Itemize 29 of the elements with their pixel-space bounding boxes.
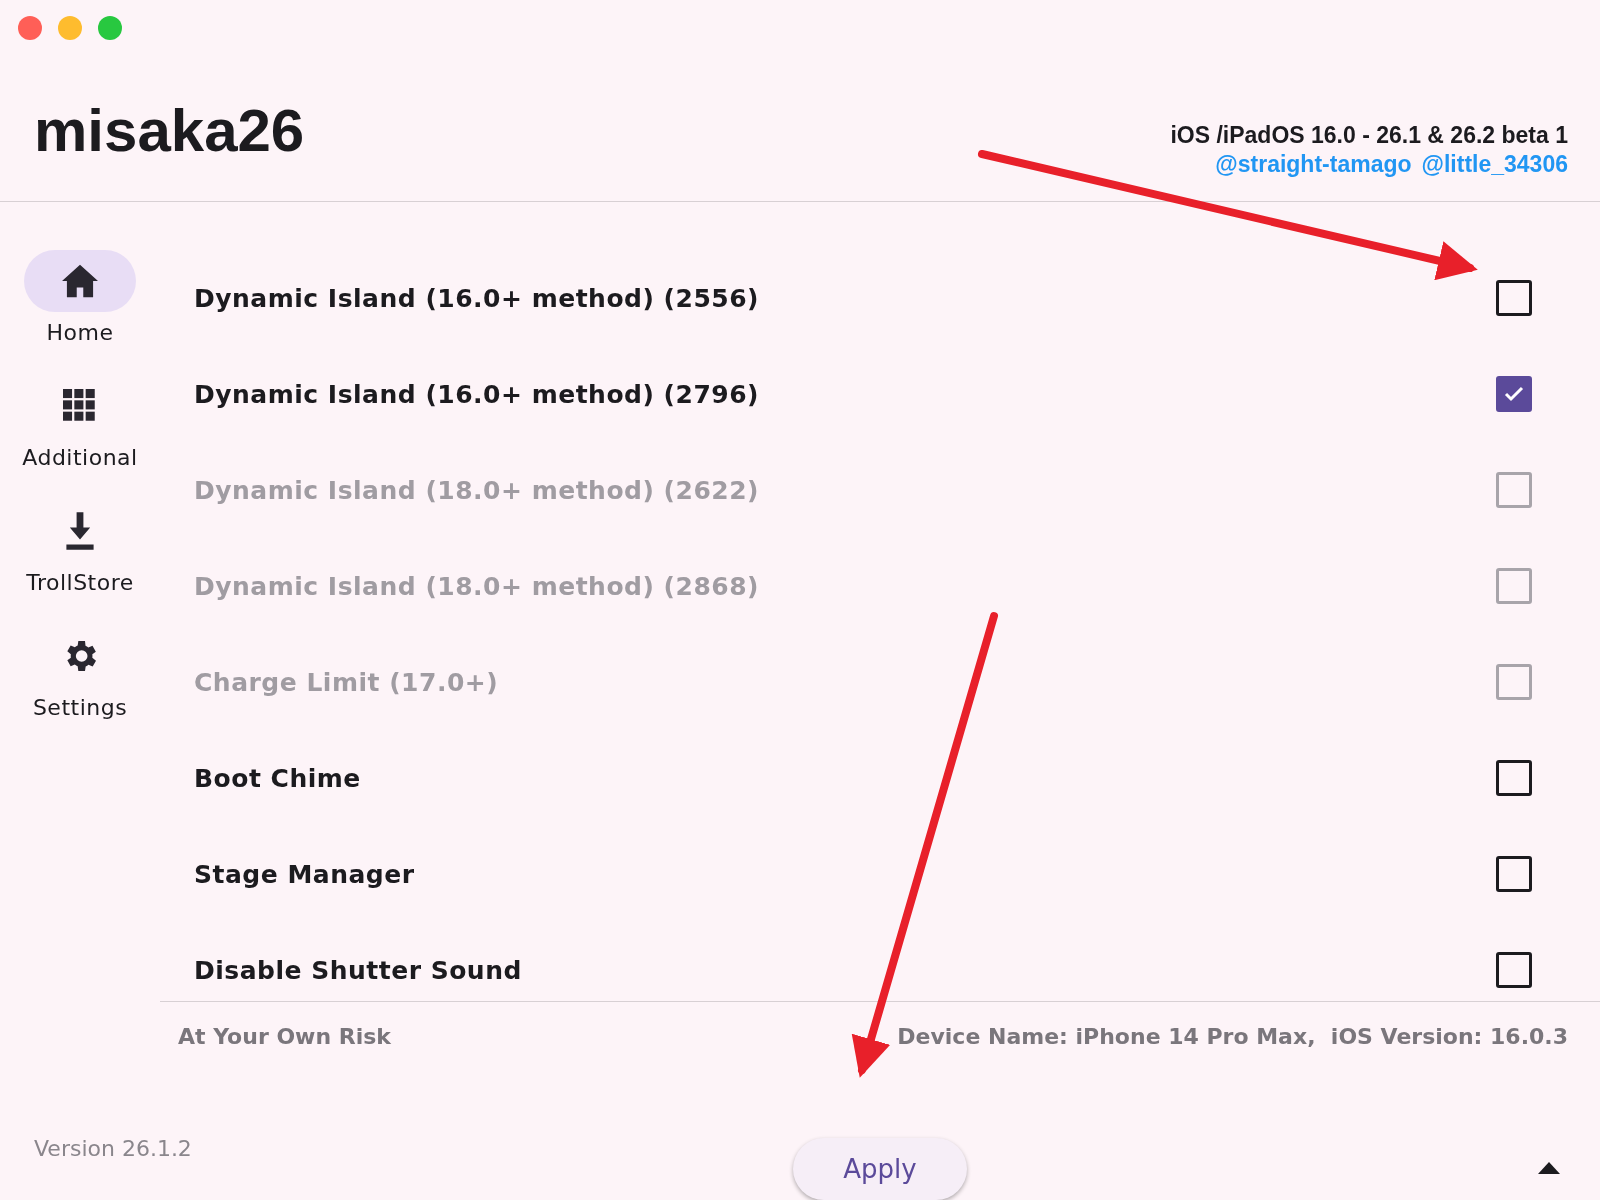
option-label: Disable Shutter Sound bbox=[194, 955, 522, 985]
home-icon bbox=[60, 263, 100, 299]
option-label: Stage Manager bbox=[194, 859, 415, 889]
grid-icon bbox=[63, 389, 97, 423]
checkbox[interactable] bbox=[1496, 376, 1532, 412]
option-label: Dynamic Island (16.0+ method) (2556) bbox=[194, 283, 760, 313]
nav-label[interactable]: Settings bbox=[32, 695, 128, 720]
option-label: Dynamic Island (18.0+ method) (2622) bbox=[194, 475, 760, 505]
apply-button[interactable]: Apply bbox=[793, 1138, 967, 1200]
check-icon bbox=[1504, 386, 1524, 402]
app-title: misaka26 bbox=[34, 96, 305, 165]
nav-label[interactable]: Additional bbox=[22, 445, 138, 470]
checkbox[interactable] bbox=[1496, 952, 1532, 988]
nav-label[interactable]: TrollStore bbox=[26, 570, 134, 595]
collapse-icon[interactable] bbox=[1538, 1162, 1560, 1174]
version-label: Version 26.1.2 bbox=[34, 1136, 192, 1161]
supported-versions: iOS /iPadOS 16.0 - 26.1 & 26.2 beta 1 bbox=[1170, 122, 1568, 149]
option-label: Charge Limit (17.0+) bbox=[194, 667, 499, 697]
option-label: Dynamic Island (18.0+ method) (2868) bbox=[194, 571, 760, 601]
device-info: Device Name: iPhone 14 Pro Max, iOS Version: 16.0.3 bbox=[897, 1024, 1568, 1049]
download-icon bbox=[63, 512, 97, 550]
window-close-button[interactable] bbox=[18, 16, 42, 40]
option-label: Dynamic Island (16.0+ method) (2796) bbox=[194, 379, 760, 409]
risk-warning: At Your Own Risk bbox=[178, 1024, 391, 1049]
checkbox[interactable] bbox=[1496, 280, 1532, 316]
option-label: Boot Chime bbox=[194, 763, 361, 793]
checkbox[interactable] bbox=[1496, 760, 1532, 796]
nav-label[interactable]: Home bbox=[46, 320, 114, 345]
checkbox[interactable] bbox=[1496, 856, 1532, 892]
